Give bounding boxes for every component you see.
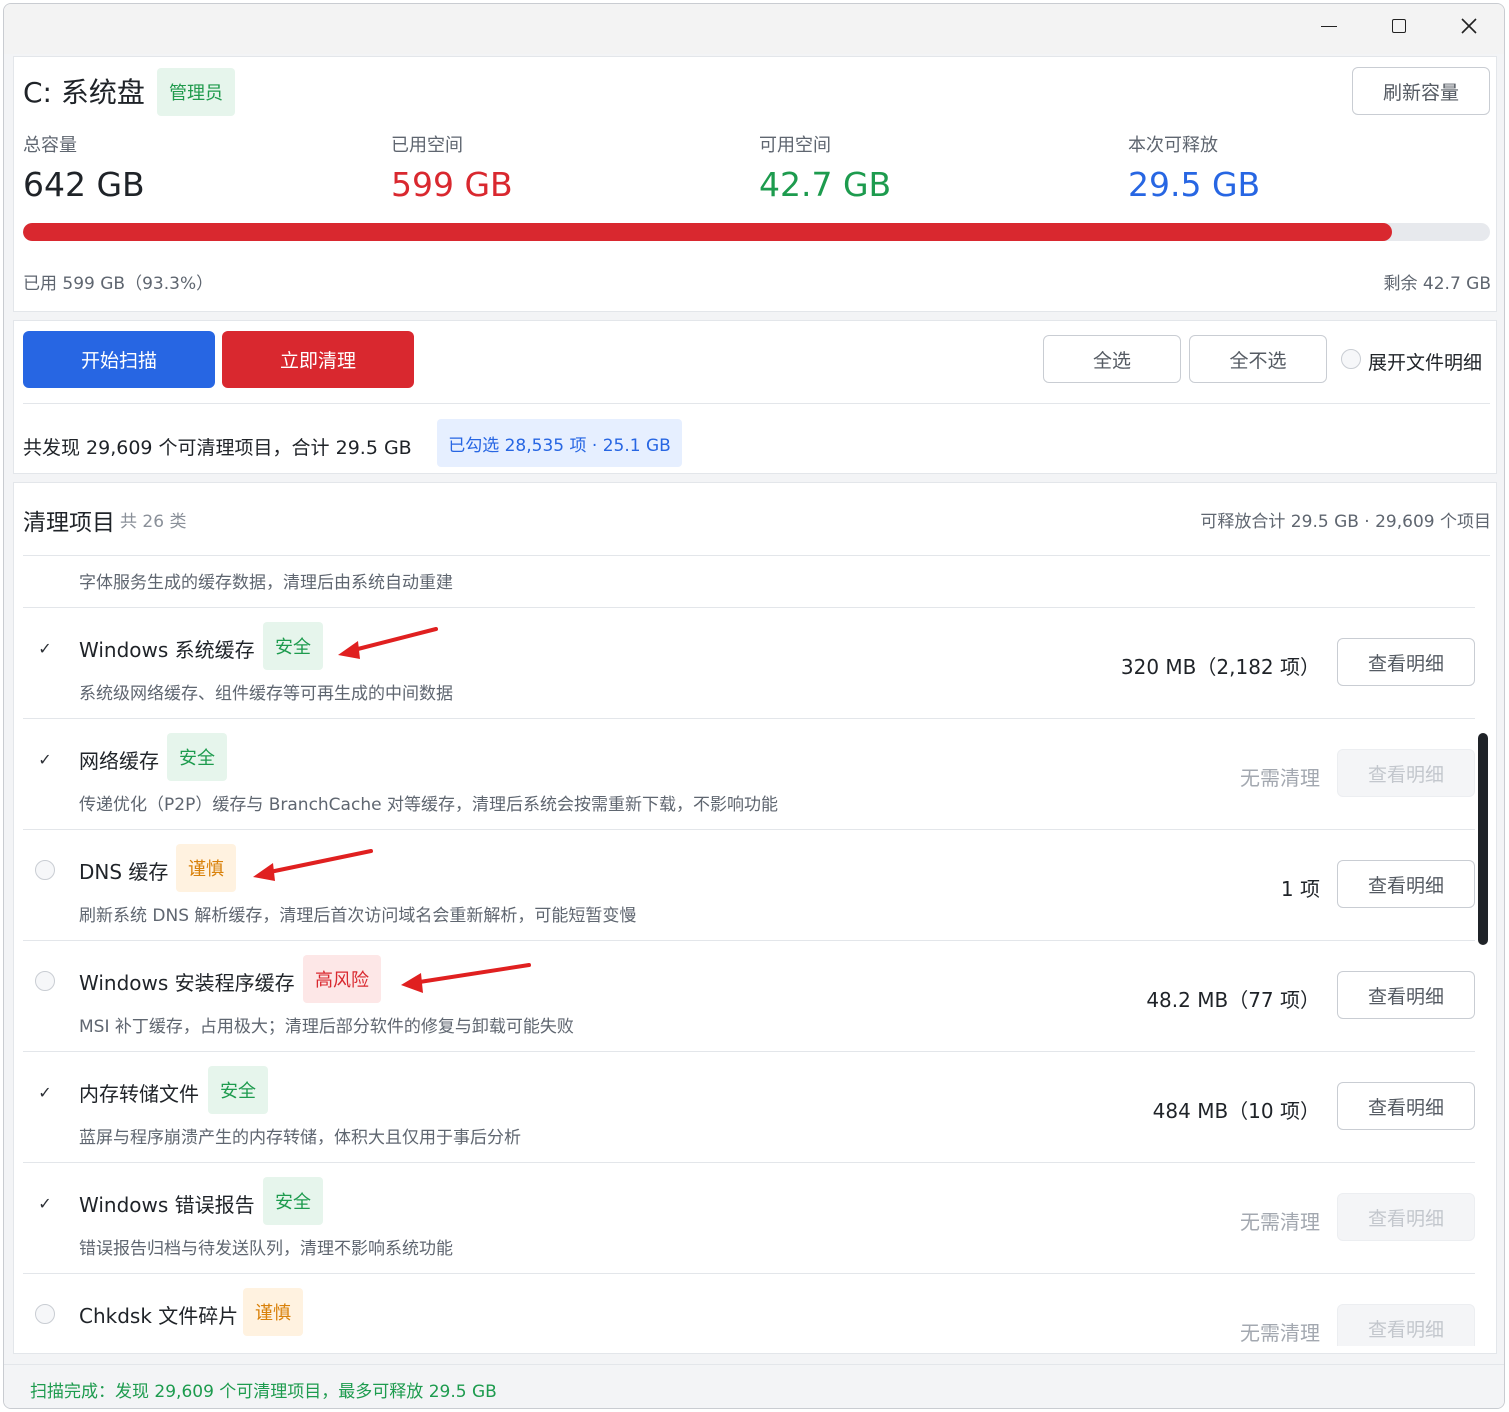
stat-used-label: 已用空间	[391, 135, 463, 156]
stat-releasable-value: 29.5 GB	[1128, 165, 1261, 204]
admin-badge: 管理员	[157, 68, 235, 116]
list-category-count: 共 26 类	[120, 512, 187, 532]
close-icon[interactable]	[1434, 4, 1504, 48]
used-summary: 已用 599 GB（93.3%）	[23, 274, 214, 294]
item-desc: 系统级网络缓存、组件缓存等可再生成的中间数据	[79, 684, 453, 704]
item-checkbox-checked[interactable]: ✓	[35, 638, 55, 658]
cleanup-list[interactable]: 字体服务生成的缓存数据，清理后由系统自动重建 ✓ Windows 系统缓存 安全…	[14, 556, 1484, 1346]
list-item[interactable]: ✓ Windows 系统缓存 安全 系统级网络缓存、组件缓存等可再生成的中间数据…	[23, 608, 1475, 719]
app-window: C: 系统盘 管理员 刷新容量 总容量 642 GB 已用空间 599 GB 可…	[3, 3, 1505, 1409]
item-size: 484 MB（10 项）	[1152, 1099, 1320, 1123]
list-item-partial: 字体服务生成的缓存数据，清理后由系统自动重建	[23, 556, 1475, 608]
stat-total-value: 642 GB	[23, 165, 145, 204]
safety-tag: 谨慎	[176, 844, 236, 892]
item-checkbox-unchecked[interactable]	[35, 860, 55, 880]
view-detail-button[interactable]: 查看明细	[1337, 638, 1475, 686]
list-total-summary: 可释放合计 29.5 GB · 29,609 个项目	[1200, 512, 1491, 532]
view-detail-button: 查看明细	[1337, 749, 1475, 797]
expand-details-label[interactable]: 展开文件明细	[1368, 348, 1482, 375]
item-name: 内存转储文件	[79, 1082, 199, 1106]
disk-card: C: 系统盘 管理员 刷新容量 总容量 642 GB 已用空间 599 GB 可…	[13, 56, 1497, 312]
item-checkbox-checked[interactable]: ✓	[35, 1193, 55, 1213]
select-none-button[interactable]: 全不选	[1189, 335, 1327, 383]
item-name: 网络缓存	[79, 749, 159, 773]
select-all-button[interactable]: 全选	[1043, 335, 1181, 383]
start-scan-button[interactable]: 开始扫描	[23, 331, 215, 388]
disk-usage-fill	[23, 223, 1392, 241]
item-checkbox-unchecked[interactable]	[35, 1304, 55, 1324]
refresh-capacity-button[interactable]: 刷新容量	[1352, 67, 1490, 115]
maximize-icon[interactable]	[1364, 4, 1434, 48]
item-size: 1 项	[1280, 877, 1320, 901]
expand-details-radio[interactable]	[1341, 349, 1361, 369]
scan-summary: 共发现 29,609 个可清理项目，合计 29.5 GB	[23, 437, 412, 459]
status-text: 扫描完成：发现 29,609 个可清理项目，最多可释放 29.5 GB	[30, 1382, 497, 1402]
cleanup-list-card: 清理项目 共 26 类 可释放合计 29.5 GB · 29,609 个项目 字…	[13, 482, 1497, 1354]
safety-tag: 高风险	[303, 955, 381, 1003]
annotation-arrow-icon	[401, 963, 531, 993]
item-name: Windows 错误报告	[79, 1193, 255, 1217]
item-name: Chkdsk 文件碎片	[79, 1304, 239, 1328]
item-checkbox-checked[interactable]: ✓	[35, 749, 55, 769]
list-item[interactable]: ✓ 内存转储文件 安全 蓝屏与程序崩溃产生的内存转储，体积大且仅用于事后分析 4…	[23, 1052, 1475, 1163]
item-checkbox-unchecked[interactable]	[35, 971, 55, 991]
item-name: Windows 系统缓存	[79, 638, 255, 662]
list-item[interactable]: ✓ Windows 错误报告 安全 错误报告归档与待发送队列，清理不影响系统功能…	[23, 1163, 1475, 1274]
item-desc: 传递优化（P2P）缓存与 BranchCache 对等缓存，清理后系统会按需重新…	[79, 795, 778, 815]
safety-tag: 谨慎	[243, 1288, 303, 1336]
list-item[interactable]: Windows 安装程序缓存 高风险 MSI 补丁缓存，占用极大；清理后部分软件…	[23, 941, 1475, 1052]
close-glyph	[1461, 18, 1477, 34]
safety-tag: 安全	[208, 1066, 268, 1114]
disk-title: C: 系统盘	[23, 76, 145, 109]
safety-tag: 安全	[263, 622, 323, 670]
list-item[interactable]: DNS 缓存 谨慎 刷新系统 DNS 解析缓存，清理后首次访问域名会重新解析，可…	[23, 830, 1475, 941]
item-desc: 蓝屏与程序崩溃产生的内存转储，体积大且仅用于事后分析	[79, 1128, 521, 1148]
view-detail-button[interactable]: 查看明细	[1337, 971, 1475, 1019]
stat-used-value: 599 GB	[391, 165, 513, 204]
item-size: 320 MB（2,182 项）	[1120, 655, 1320, 679]
safety-tag: 安全	[263, 1177, 323, 1225]
view-detail-button[interactable]: 查看明细	[1337, 860, 1475, 908]
item-desc: 刷新系统 DNS 解析缓存，清理后首次访问域名会重新解析，可能短暂变慢	[79, 906, 637, 926]
selected-summary-chip: 已勾选 28,535 项 · 25.1 GB	[437, 419, 682, 467]
item-name: Windows 安装程序缓存	[79, 971, 295, 995]
stat-releasable-label: 本次可释放	[1128, 135, 1218, 156]
item-checkbox-checked[interactable]: ✓	[35, 1082, 55, 1102]
list-title: 清理项目	[23, 510, 115, 536]
view-detail-button[interactable]: 查看明细	[1337, 1082, 1475, 1130]
item-name: DNS 缓存	[79, 860, 169, 884]
annotation-arrow-icon	[253, 849, 373, 881]
list-item[interactable]: Chkdsk 文件碎片 谨慎 无需清理 查看明细	[23, 1274, 1475, 1346]
item-desc: 字体服务生成的缓存数据，清理后由系统自动重建	[79, 573, 453, 593]
stat-total-label: 总容量	[23, 135, 77, 156]
safety-tag: 安全	[167, 733, 227, 781]
status-bar: 扫描完成：发现 29,609 个可清理项目，最多可释放 29.5 GB	[4, 1364, 1504, 1408]
clean-now-button[interactable]: 立即清理	[222, 331, 414, 388]
item-desc: 错误报告归档与待发送队列，清理不影响系统功能	[79, 1239, 453, 1259]
minimize-icon[interactable]	[1294, 4, 1364, 48]
list-item[interactable]: ✓ 网络缓存 安全 传递优化（P2P）缓存与 BranchCache 对等缓存，…	[23, 719, 1475, 830]
item-desc: MSI 补丁缓存，占用极大；清理后部分软件的修复与卸载可能失败	[79, 1017, 574, 1037]
stat-free-value: 42.7 GB	[759, 165, 892, 204]
item-size: 无需清理	[1240, 1210, 1320, 1234]
action-card: 开始扫描 立即清理 全选 全不选 展开文件明细 共发现 29,609 个可清理项…	[13, 320, 1497, 474]
action-divider	[23, 403, 1490, 404]
list-scrollbar[interactable]	[1478, 733, 1488, 945]
view-detail-button: 查看明细	[1337, 1304, 1475, 1346]
minimize-glyph	[1321, 25, 1337, 27]
item-size: 48.2 MB（77 项）	[1146, 988, 1320, 1012]
maximize-glyph	[1392, 19, 1406, 33]
title-bar	[4, 4, 1504, 54]
annotation-arrow-icon	[338, 627, 438, 659]
stat-free-label: 可用空间	[759, 135, 831, 156]
item-size: 无需清理	[1240, 1321, 1320, 1345]
view-detail-button: 查看明细	[1337, 1193, 1475, 1241]
item-size: 无需清理	[1240, 766, 1320, 790]
disk-usage-progress	[23, 223, 1490, 241]
remaining-summary: 剩余 42.7 GB	[1383, 274, 1492, 294]
